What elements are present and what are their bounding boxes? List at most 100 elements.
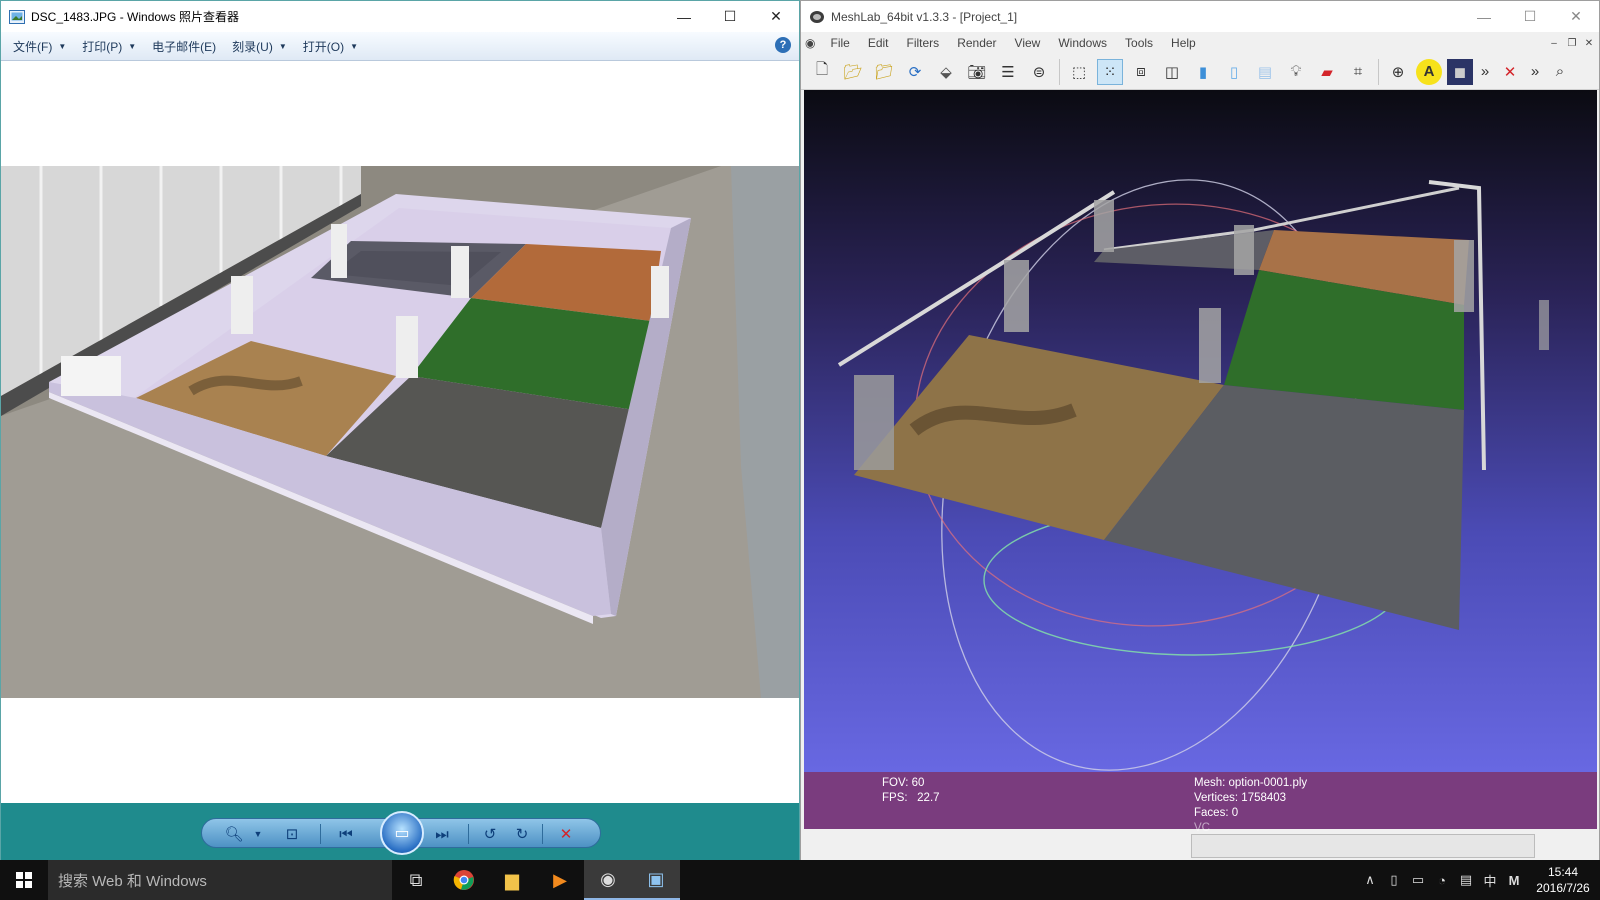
minimize-button[interactable]: — bbox=[661, 2, 707, 32]
color-icon[interactable]: ▰ bbox=[1314, 59, 1340, 85]
clock-date: 2016/7/26 bbox=[1536, 881, 1590, 895]
meshlab-taskbar-icon[interactable]: ◉ bbox=[584, 860, 632, 900]
slideshow-icon[interactable]: ▭ bbox=[380, 811, 424, 855]
taskbar-search-box[interactable]: 搜索 Web 和 Windows bbox=[48, 860, 392, 900]
mdi-close-icon[interactable]: ✕ bbox=[1582, 36, 1596, 50]
notification-icon[interactable]: ▤ bbox=[1454, 872, 1478, 888]
menu-view[interactable]: View bbox=[1006, 36, 1050, 50]
delete-mesh-icon[interactable]: ✕ bbox=[1497, 59, 1523, 85]
reload-icon[interactable]: ⟳ bbox=[902, 59, 928, 85]
next-icon[interactable]: ⏭ bbox=[430, 822, 454, 846]
new-project-icon[interactable]: 🗋 bbox=[809, 59, 835, 85]
separator bbox=[1378, 58, 1379, 85]
wireframe-icon[interactable]: ⧈ bbox=[1128, 59, 1154, 85]
fps-readout: FPS: 22.7 bbox=[882, 791, 940, 806]
window-title: DSC_1483.JPG - Windows 照片查看器 bbox=[31, 10, 240, 24]
chevron-down-icon: ▼ bbox=[278, 41, 287, 51]
previous-icon[interactable]: ⏮ bbox=[334, 822, 358, 846]
menu-help[interactable]: Help bbox=[1162, 36, 1205, 50]
fps-label: FPS: bbox=[882, 792, 908, 804]
ime-mode-indicator[interactable]: M bbox=[1502, 873, 1526, 888]
hidden-lines-icon[interactable]: ◫ bbox=[1159, 59, 1185, 85]
photo-canvas bbox=[1, 61, 799, 803]
meshlab-window: MeshLab_64bit v1.3.3 - [Project_1] — ☐ ✕… bbox=[800, 0, 1600, 860]
texture-icon[interactable]: ▤ bbox=[1252, 59, 1278, 85]
clock-time: 15:44 bbox=[1547, 865, 1579, 879]
shader-icon[interactable]: ◼ bbox=[1447, 58, 1473, 85]
annotate-icon[interactable]: A bbox=[1416, 58, 1442, 85]
more-icon[interactable]: » bbox=[1478, 59, 1492, 85]
minimize-button[interactable]: — bbox=[1461, 2, 1507, 32]
chrome-icon[interactable] bbox=[440, 860, 488, 900]
rotate-counterclockwise-icon[interactable]: ↺ bbox=[478, 822, 502, 846]
fps-value: 22.7 bbox=[917, 792, 940, 804]
search-icon[interactable]: ⌕ bbox=[1547, 59, 1573, 85]
chrome-logo-icon bbox=[453, 870, 474, 890]
battery-icon[interactable]: ▭ bbox=[1406, 872, 1430, 888]
photo-viewer-taskbar-icon[interactable]: ▣ bbox=[632, 860, 680, 900]
menu-open-label: 打开(O) bbox=[302, 39, 345, 54]
ime-indicator[interactable]: 中 bbox=[1478, 871, 1502, 890]
photo-viewer-titlebar[interactable]: DSC_1483.JPG - Windows 照片查看器 — ☐ ✕ bbox=[1, 1, 799, 32]
mesh-name: Mesh: option-0001.ply bbox=[1194, 777, 1308, 789]
windows-logo-icon bbox=[16, 872, 32, 888]
maximize-button[interactable]: ☐ bbox=[1507, 2, 1553, 32]
3d-viewport[interactable] bbox=[804, 90, 1597, 772]
desktop: DSC_1483.JPG - Windows 照片查看器 — ☐ ✕ 文件(F)… bbox=[0, 0, 1600, 900]
point-cloud-render bbox=[837, 179, 1549, 771]
layers-icon[interactable]: ☰ bbox=[995, 59, 1021, 85]
menu-file[interactable]: File bbox=[821, 36, 858, 50]
mdi-minimize-icon[interactable]: – bbox=[1547, 36, 1561, 50]
menu-open[interactable]: 打开(O) ▼ bbox=[295, 35, 366, 57]
media-player-icon[interactable]: ▶ bbox=[536, 860, 584, 900]
actual-size-icon[interactable]: ⊡ bbox=[280, 822, 304, 846]
maximize-button[interactable]: ☐ bbox=[707, 2, 753, 32]
snapshot-icon[interactable]: 📷︎ bbox=[964, 59, 990, 85]
more-icon[interactable]: » bbox=[1528, 59, 1542, 85]
menu-edit[interactable]: Edit bbox=[859, 36, 898, 50]
displayed-photo bbox=[1, 166, 799, 698]
menu-email-label: 电子邮件(E) bbox=[152, 39, 217, 54]
mesh-info: Mesh: option-0001.ply Vertices: 1758403 … bbox=[1194, 776, 1307, 836]
delete-icon[interactable]: ✕ bbox=[554, 822, 578, 846]
photo-viewer-window: DSC_1483.JPG - Windows 照片查看器 — ☐ ✕ 文件(F)… bbox=[0, 0, 800, 860]
menu-burn[interactable]: 刻录(U) ▼ bbox=[224, 35, 295, 57]
smooth-shading-icon[interactable]: ▯ bbox=[1221, 59, 1247, 85]
menu-file[interactable]: 文件(F) ▼ bbox=[5, 35, 74, 57]
clock[interactable]: 15:44 2016/7/26 bbox=[1526, 864, 1600, 896]
rotate-clockwise-icon[interactable]: ↻ bbox=[510, 822, 534, 846]
file-explorer-icon[interactable]: ▆ bbox=[488, 860, 536, 900]
open-project-icon[interactable]: 📂︎ bbox=[840, 59, 866, 85]
tablet-icon[interactable]: ▯ bbox=[1382, 872, 1406, 888]
points-render-icon[interactable]: ⁙ bbox=[1097, 58, 1123, 85]
menu-tools[interactable]: Tools bbox=[1116, 36, 1162, 50]
raster-icon[interactable]: ⊜ bbox=[1026, 59, 1052, 85]
light-icon[interactable]: 💡︎ bbox=[1283, 59, 1309, 85]
menu-windows[interactable]: Windows bbox=[1049, 36, 1116, 50]
separator bbox=[468, 824, 469, 844]
menu-email[interactable]: 电子邮件(E) bbox=[144, 35, 224, 57]
start-button[interactable] bbox=[0, 860, 48, 900]
meshlab-titlebar[interactable]: MeshLab_64bit v1.3.3 - [Project_1] — ☐ ✕ bbox=[801, 1, 1599, 32]
mdi-document-icon[interactable]: ◉ bbox=[801, 36, 821, 50]
task-view-icon[interactable]: ⧉ bbox=[392, 860, 440, 900]
bounding-box-icon[interactable]: ⬚ bbox=[1066, 59, 1092, 85]
help-icon[interactable]: ? bbox=[775, 37, 791, 53]
close-button[interactable]: ✕ bbox=[753, 2, 799, 32]
import-mesh-icon[interactable]: 📁︎ bbox=[871, 59, 897, 85]
mdi-restore-icon[interactable]: ❐ bbox=[1565, 36, 1579, 50]
save-icon[interactable]: ⬙ bbox=[933, 59, 959, 85]
tray-overflow-icon[interactable]: ∧ bbox=[1358, 872, 1382, 888]
vertices-count: Vertices: 1758403 bbox=[1194, 792, 1287, 804]
zoom-icon[interactable]: 🔍︎ bbox=[222, 822, 246, 846]
menu-filters[interactable]: Filters bbox=[898, 36, 949, 50]
close-button[interactable]: ✕ bbox=[1553, 2, 1599, 32]
edit-pick-icon[interactable]: ⌗ bbox=[1345, 59, 1371, 85]
menu-file-label: 文件(F) bbox=[13, 39, 53, 54]
chevron-down-icon[interactable]: ▼ bbox=[246, 822, 270, 846]
flat-shading-icon[interactable]: ▮ bbox=[1190, 59, 1216, 85]
trackball-icon[interactable]: ⊕ bbox=[1385, 59, 1411, 85]
network-icon[interactable]: ◔ bbox=[1430, 873, 1454, 888]
menu-render[interactable]: Render bbox=[948, 36, 1005, 50]
menu-print[interactable]: 打印(P) ▼ bbox=[74, 35, 144, 57]
